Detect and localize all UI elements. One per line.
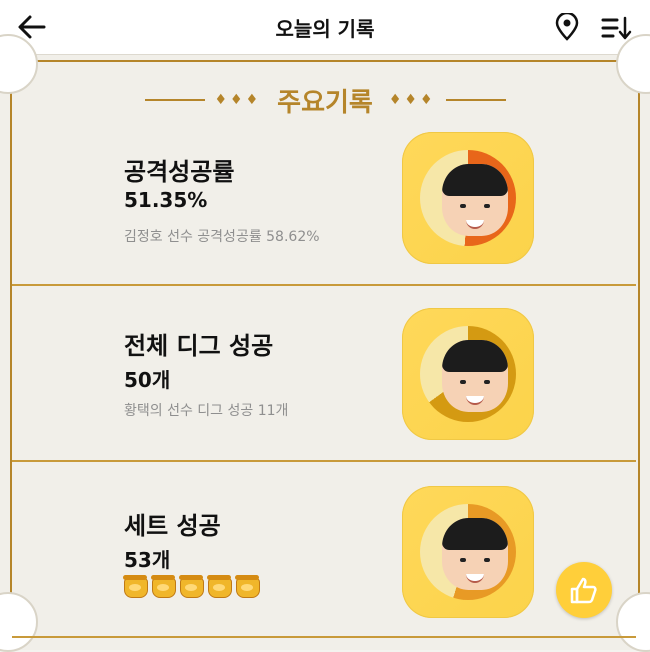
record-value: 53개 [124,548,171,572]
honey-jar-row [123,575,260,598]
thumbs-up-button[interactable] [556,562,612,618]
panel-bottom-border [12,636,636,638]
record-sub: 황택의 선수 디그 성공 11개 [124,403,289,419]
player-avatar [442,518,508,590]
record-label: 공격성공률 [124,158,235,186]
player-avatar [442,164,508,236]
honey-jar-icon [207,575,232,598]
honey-jar-icon [123,575,148,598]
thumbs-up-icon [570,577,597,604]
banner-heading: 주요기록 [277,87,373,118]
top-bar: 오늘의 기록 [0,0,650,55]
record-card[interactable]: 전체 디그 성공 50개 황택의 선수 디그 성공 11개 [12,284,636,462]
section-banner: ♦♦♦ 주요기록 ♦♦♦ [0,80,650,120]
sort-icon[interactable] [600,14,632,42]
banner-ornament: ♦♦♦ [388,92,436,108]
honey-jar-icon [151,575,176,598]
page-title: 오늘의 기록 [275,16,375,41]
record-icon-tile [402,308,534,440]
honey-jar-icon [235,575,260,598]
banner-line [144,99,205,101]
record-icon-tile [402,132,534,264]
record-label: 세트 성공 [124,512,221,540]
record-card[interactable]: 공격성공률 51.35% 김정호 선수 공격성공률 58.62% [12,124,636,284]
honey-jar-icon [179,575,204,598]
record-sub: 김정호 선수 공격성공률 58.62% [124,229,320,245]
record-value: 50개 [124,368,171,392]
record-icon-tile [402,486,534,618]
record-card[interactable]: 세트 성공 53개 [12,460,636,638]
player-avatar [442,340,508,412]
record-label: 전체 디그 성공 [124,332,274,360]
banner-line [445,99,506,101]
record-value: 51.35% [124,188,208,212]
banner-ornament: ♦♦♦ [214,92,262,108]
location-pin-icon[interactable] [554,11,580,41]
